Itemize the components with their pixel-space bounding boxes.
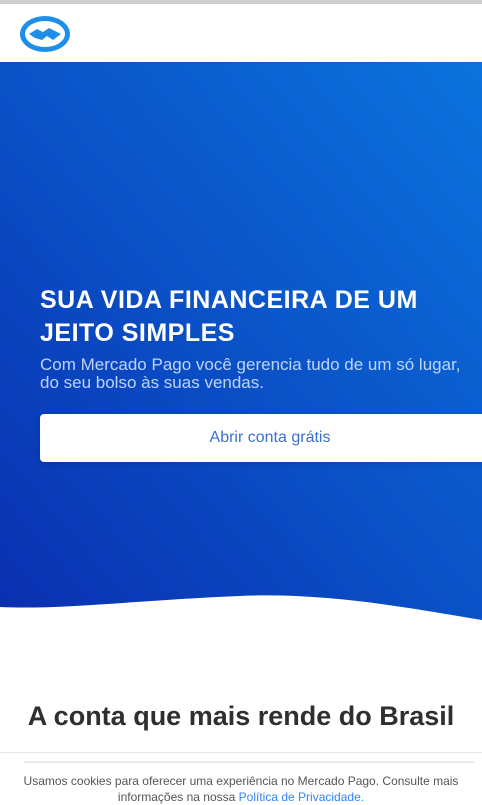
cookie-notice: Usamos cookies para oferecer uma experiê… [20,773,462,805]
page: SUA VIDA FINANCEIRA DE UM JEITO SIMPLES … [0,0,482,805]
top-navigation-bar [0,0,482,62]
section-title: A conta que mais rende do Brasil [27,701,455,731]
privacy-policy-link[interactable]: Política de Privacidade. [239,790,364,804]
hero-content: SUA VIDA FINANCEIRA DE UM JEITO SIMPLES … [40,284,482,462]
handshake-icon [20,16,70,52]
open-free-account-button[interactable]: Abrir conta grátis [40,414,482,462]
mercado-pago-logo-icon[interactable] [18,13,72,55]
cookie-banner: Usamos cookies para oferecer uma experiê… [0,752,482,805]
cookie-divider [24,761,474,763]
hero-subtitle: Com Mercado Pago você gerencia tudo de u… [40,355,461,392]
hero-banner: SUA VIDA FINANCEIRA DE UM JEITO SIMPLES … [0,62,482,632]
hero-title: SUA VIDA FINANCEIRA DE UM JEITO SIMPLES [40,286,418,347]
